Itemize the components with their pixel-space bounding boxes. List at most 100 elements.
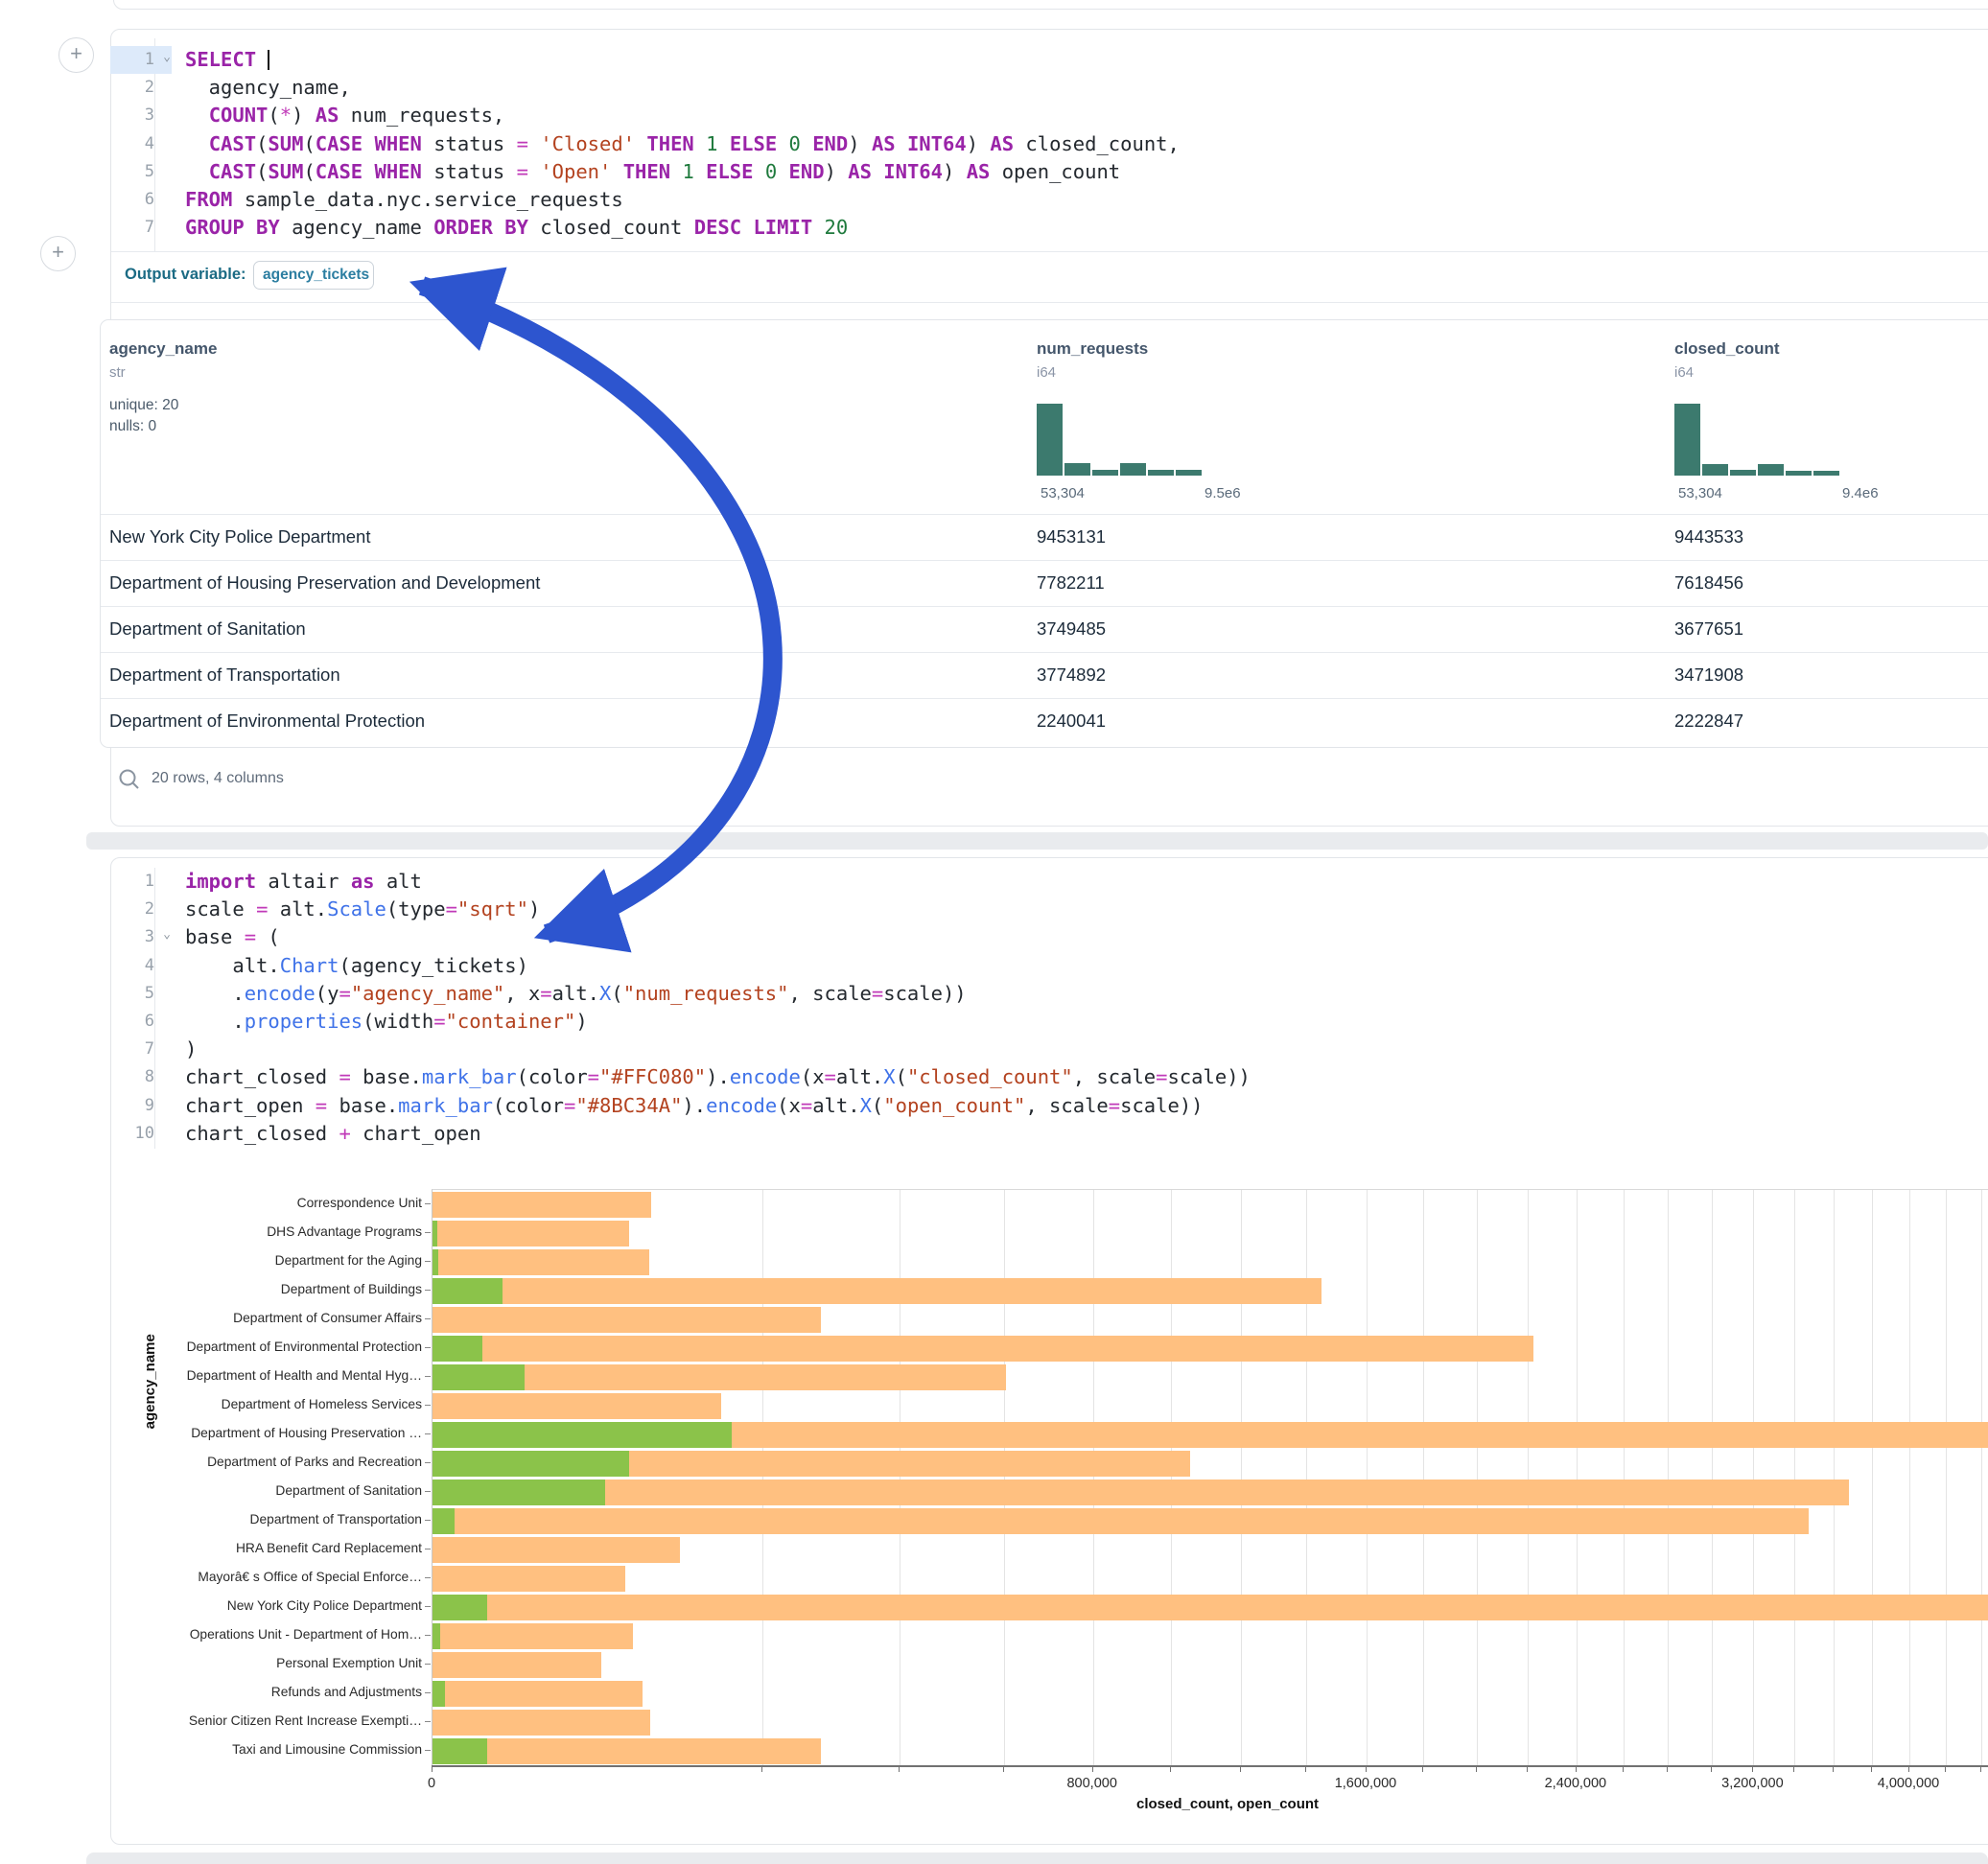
line-number: 4 bbox=[110, 952, 172, 980]
table-cell: New York City Police Department bbox=[109, 526, 370, 548]
table-row[interactable]: Department of Transportation 3774892 34719… bbox=[101, 652, 1988, 699]
code-line[interactable]: 7) bbox=[110, 1036, 1988, 1063]
add-cell-button[interactable]: + bbox=[58, 37, 94, 73]
line-number: 1⌄ bbox=[110, 46, 172, 74]
line-number: 3⌄ bbox=[110, 923, 172, 951]
table-cell: Department of Housing Preservation and D… bbox=[109, 572, 540, 594]
table-cell: 7618456 bbox=[1674, 572, 1743, 594]
line-number: 5 bbox=[110, 158, 172, 186]
code-line[interactable]: 1⌄SELECT bbox=[110, 46, 1988, 74]
line-number: 5 bbox=[110, 980, 172, 1008]
code-text: .properties(width="container") bbox=[172, 1008, 588, 1036]
plus-icon: + bbox=[52, 240, 64, 264]
table-cell: 7782211 bbox=[1037, 572, 1105, 594]
code-line[interactable]: 4 alt.Chart(agency_tickets) bbox=[110, 952, 1988, 980]
line-number: 4 bbox=[110, 130, 172, 158]
column-histogram bbox=[1674, 404, 1839, 476]
table-cell: 3471908 bbox=[1674, 664, 1743, 686]
code-line[interactable]: 10chart_closed + chart_open bbox=[110, 1120, 1988, 1148]
line-number: 9 bbox=[110, 1092, 172, 1120]
column-histogram bbox=[1037, 404, 1202, 476]
line-number: 2 bbox=[110, 896, 172, 923]
column-type: i64 bbox=[1674, 364, 1694, 381]
notebook-page: + + 1⌄SELECT 2 agency_name,3 COUNT(*) AS… bbox=[0, 0, 1988, 1864]
column-type: str bbox=[109, 364, 126, 381]
code-line[interactable]: 6 .properties(width="container") bbox=[110, 1008, 1988, 1036]
code-text: CAST(SUM(CASE WHEN status = 'Closed' THE… bbox=[172, 130, 1180, 158]
column-header[interactable]: closed_count bbox=[1674, 339, 1780, 359]
table-cell: 9443533 bbox=[1674, 526, 1743, 548]
sql-editor[interactable]: 1⌄SELECT 2 agency_name,3 COUNT(*) AS num… bbox=[110, 46, 1988, 242]
histogram-min-label: 53,304 bbox=[1041, 485, 1085, 501]
line-number: 1 bbox=[110, 868, 172, 896]
code-line[interactable]: 3⌄base = ( bbox=[110, 923, 1988, 951]
line-number: 7 bbox=[110, 214, 172, 242]
fold-chevron-icon[interactable]: ⌄ bbox=[163, 43, 171, 71]
fold-chevron-icon[interactable]: ⌄ bbox=[163, 920, 171, 948]
table-search-button[interactable] bbox=[117, 767, 142, 792]
column-stat: unique: 20 bbox=[109, 397, 178, 414]
divider bbox=[111, 251, 1988, 252]
next-cell-strip[interactable] bbox=[86, 1852, 1988, 1864]
table-row[interactable]: New York City Police Department 9453131 94… bbox=[101, 514, 1988, 561]
line-number: 8 bbox=[110, 1063, 172, 1091]
code-line[interactable]: 2scale = alt.Scale(type="sqrt") bbox=[110, 896, 1988, 923]
plus-icon: + bbox=[70, 41, 82, 65]
table-row[interactable]: Department of Housing Preservation and D… bbox=[101, 560, 1988, 607]
table-cell: 2240041 bbox=[1037, 711, 1106, 732]
code-text: chart_closed = base.mark_bar(color="#FFC… bbox=[172, 1063, 1251, 1091]
histogram-max-label: 9.5e6 bbox=[1204, 485, 1241, 501]
output-variable-pill[interactable]: agency_tickets bbox=[253, 261, 374, 290]
code-text: scale = alt.Scale(type="sqrt") bbox=[172, 896, 540, 923]
code-line[interactable]: 3 COUNT(*) AS num_requests, bbox=[110, 102, 1988, 129]
table-cell: 3677651 bbox=[1674, 618, 1743, 640]
code-line[interactable]: 8chart_closed = base.mark_bar(color="#FF… bbox=[110, 1063, 1988, 1091]
table-cell: Department of Transportation bbox=[109, 664, 340, 686]
code-text: ) bbox=[172, 1036, 197, 1063]
column-header[interactable]: agency_name bbox=[109, 339, 217, 359]
code-line[interactable]: 7GROUP BY agency_name ORDER BY closed_co… bbox=[110, 214, 1988, 242]
collapsed-cell-strip[interactable] bbox=[86, 832, 1988, 850]
code-text: FROM sample_data.nyc.service_requests bbox=[172, 186, 623, 214]
code-text: COUNT(*) AS num_requests, bbox=[172, 102, 504, 129]
code-line[interactable]: 5 CAST(SUM(CASE WHEN status = 'Open' THE… bbox=[110, 158, 1988, 186]
add-cell-button[interactable]: + bbox=[40, 236, 76, 271]
code-text: chart_open = base.mark_bar(color="#8BC34… bbox=[172, 1092, 1204, 1120]
column-header[interactable]: num_requests bbox=[1037, 339, 1148, 359]
previous-cell-edge bbox=[113, 0, 1988, 10]
line-number: 7 bbox=[110, 1036, 172, 1063]
search-icon bbox=[117, 767, 142, 792]
histogram-min-label: 53,304 bbox=[1678, 485, 1722, 501]
line-number: 2 bbox=[110, 74, 172, 102]
code-text: .encode(y="agency_name", x=alt.X("num_re… bbox=[172, 980, 967, 1008]
table-cell: Department of Sanitation bbox=[109, 618, 306, 640]
line-number: 6 bbox=[110, 186, 172, 214]
line-number: 10 bbox=[110, 1120, 172, 1148]
table-cell: Department of Environmental Protection bbox=[109, 711, 425, 732]
python-editor[interactable]: 1import altair as alt2scale = alt.Scale(… bbox=[110, 868, 1988, 1148]
table-cell: 3774892 bbox=[1037, 664, 1106, 686]
code-line[interactable]: 5 .encode(y="agency_name", x=alt.X("num_… bbox=[110, 980, 1988, 1008]
table-cell: 2222847 bbox=[1674, 711, 1743, 732]
code-text: alt.Chart(agency_tickets) bbox=[172, 952, 528, 980]
code-line[interactable]: 4 CAST(SUM(CASE WHEN status = 'Closed' T… bbox=[110, 130, 1988, 158]
code-line[interactable]: 9chart_open = base.mark_bar(color="#8BC3… bbox=[110, 1092, 1988, 1120]
code-line[interactable]: 6FROM sample_data.nyc.service_requests bbox=[110, 186, 1988, 214]
code-line[interactable]: 1import altair as alt bbox=[110, 868, 1988, 896]
code-text: base = ( bbox=[172, 923, 280, 951]
line-number: 3 bbox=[110, 102, 172, 129]
code-text: chart_closed + chart_open bbox=[172, 1120, 481, 1148]
table-row[interactable]: Department of Sanitation 3749485 3677651 bbox=[101, 606, 1988, 653]
column-stat: nulls: 0 bbox=[109, 418, 156, 435]
table-cell: 9453131 bbox=[1037, 526, 1106, 548]
line-number: 6 bbox=[110, 1008, 172, 1036]
output-variable-label: Output variable: bbox=[125, 266, 246, 284]
dataframe-preview: agency_namestr unique: 20 nulls: 0 num_requ… bbox=[100, 319, 1988, 748]
code-line[interactable]: 2 agency_name, bbox=[110, 74, 1988, 102]
table-shape-label: 20 rows, 4 columns bbox=[152, 770, 284, 787]
table-row[interactable]: Department of Environmental Protection 22… bbox=[101, 698, 1988, 745]
code-text: SELECT bbox=[172, 46, 269, 74]
code-text: import altair as alt bbox=[172, 868, 422, 896]
table-cell: 3749485 bbox=[1037, 618, 1106, 640]
column-type: i64 bbox=[1037, 364, 1056, 381]
